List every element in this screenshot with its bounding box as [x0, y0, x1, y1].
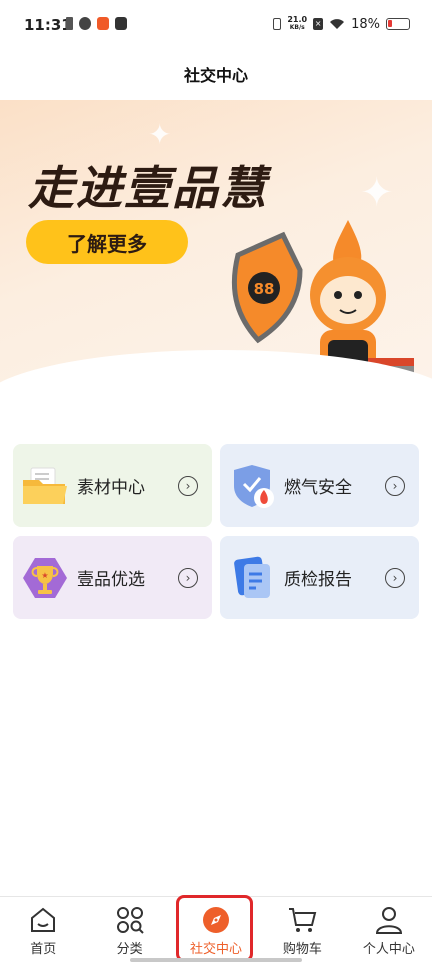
- net-speed: 21.0 KB/s: [287, 15, 308, 32]
- shield-fire-icon: [234, 464, 274, 508]
- feature-grid: 素材中心 › 燃气安全 › ★ 壹品优选 › 质检报告 ›: [13, 444, 419, 619]
- folder-icon: [23, 467, 67, 504]
- tab-social-center[interactable]: 社交中心: [173, 897, 259, 964]
- cart-icon: [289, 908, 317, 932]
- sparkle-icon: ✦: [148, 118, 172, 151]
- page-title: 社交中心: [183, 66, 248, 85]
- tab-cart[interactable]: 购物车: [259, 897, 345, 964]
- tab-home[interactable]: 首页: [0, 897, 86, 964]
- status-time: 11:31: [24, 16, 72, 34]
- report-icon: [234, 556, 270, 598]
- chevron-right-icon[interactable]: ›: [178, 567, 198, 588]
- vibrate-icon: [273, 18, 282, 30]
- card-label: 质检报告: [284, 570, 352, 590]
- tab-profile[interactable]: 个人中心: [346, 897, 432, 964]
- bottom-tab-bar: 首页 分类 社交中心 购物车 个人中心: [0, 896, 432, 964]
- chevron-right-icon[interactable]: ›: [385, 475, 405, 496]
- svg-text:★: ★: [41, 571, 48, 580]
- compass-icon: [203, 907, 230, 933]
- card-label: 燃气安全: [284, 478, 352, 498]
- battery-icon: [386, 18, 410, 30]
- sim-icon: [66, 17, 73, 30]
- status-bar: 11:31 21.0 KB/s × 18%: [0, 0, 432, 50]
- card-inspection-report[interactable]: 质检报告 ›: [220, 536, 419, 619]
- home-indicator[interactable]: [130, 958, 302, 962]
- chevron-right-icon[interactable]: ›: [178, 475, 198, 496]
- notification-icons: [66, 17, 127, 30]
- status-right: 21.0 KB/s × 18%: [273, 16, 410, 32]
- app-notification-icon: [79, 17, 91, 30]
- category-icon: [116, 907, 144, 934]
- person-icon: [375, 907, 402, 934]
- svg-text:88: 88: [254, 280, 275, 298]
- chevron-right-icon[interactable]: ›: [385, 567, 405, 588]
- trophy-icon: ★: [23, 557, 67, 598]
- app-notification-icon: [115, 17, 127, 30]
- wifi-icon: [330, 19, 345, 29]
- card-label: 壹品优选: [77, 570, 145, 590]
- promo-banner[interactable]: ✦ ✦ 走进壹品慧 了解更多 88: [0, 100, 432, 400]
- battery-percent: 18%: [351, 16, 380, 32]
- sim-x-icon: ×: [313, 18, 324, 30]
- app-notification-icon: [97, 17, 109, 30]
- card-material-center[interactable]: 素材中心 ›: [13, 444, 212, 527]
- card-gas-safety[interactable]: 燃气安全 ›: [220, 444, 419, 527]
- tab-category[interactable]: 分类: [86, 897, 172, 964]
- card-label: 素材中心: [77, 478, 145, 498]
- learn-more-button[interactable]: 了解更多: [26, 220, 188, 264]
- card-yipin-select[interactable]: ★ 壹品优选 ›: [13, 536, 212, 619]
- home-icon: [31, 907, 56, 932]
